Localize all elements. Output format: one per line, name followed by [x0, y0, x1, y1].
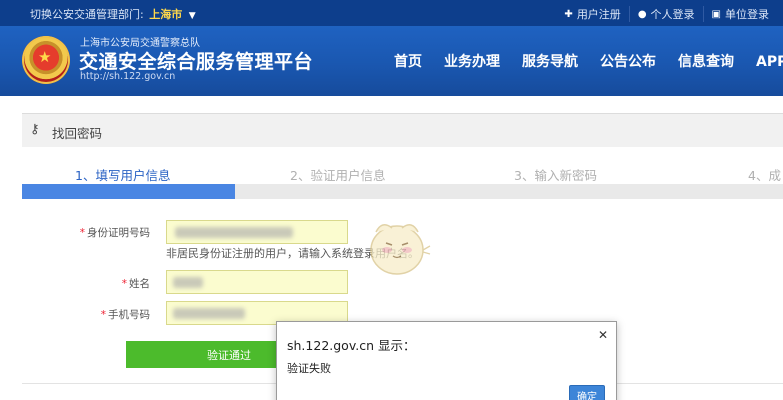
dialog-message: 验证失败 — [287, 362, 331, 375]
step-progress-bar — [22, 184, 783, 199]
nav-business[interactable]: 业务办理 — [444, 51, 500, 71]
department-switcher[interactable]: 切换公安交通管理部门: 上海市 ▼ — [30, 6, 196, 22]
name-label: * 姓名 — [121, 278, 150, 290]
personal-login-label: 个人登录 — [650, 8, 695, 21]
name-input[interactable] — [166, 270, 348, 294]
company-login-label: 单位登录 — [725, 8, 769, 21]
dialog-ok-button[interactable]: 确定 — [569, 385, 605, 400]
step-3: 3、输入新密码 — [514, 168, 597, 183]
step-1: 1、填写用户信息 — [75, 168, 171, 183]
page-title-bar: ⚷ 找回密码 — [22, 113, 783, 147]
account-links: ✚ 用户注册 ● 个人登录 ▣ 单位登录 — [556, 6, 777, 22]
current-city[interactable]: 上海市 — [149, 8, 182, 21]
obscured-value — [173, 277, 203, 288]
nav-info-query[interactable]: 信息查询 — [678, 51, 734, 71]
alert-dialog: sh.122.gov.cn 显示： ✕ 验证失败 确定 — [276, 321, 617, 400]
key-icon: ⚷ — [30, 122, 40, 137]
site-header: ★ 上海市公安局交通警察总队 交通安全综合服务管理平台 http://sh.12… — [0, 26, 783, 96]
step-4: 4、成 — [748, 168, 781, 183]
nav-announcements[interactable]: 公告公布 — [600, 51, 656, 71]
company-login-link[interactable]: ▣ 单位登录 — [702, 6, 777, 22]
id-number-label: * 身份证明号码 — [79, 227, 150, 239]
obscured-value — [173, 308, 245, 319]
personal-login-link[interactable]: ● 个人登录 — [628, 6, 703, 22]
register-link[interactable]: ✚ 用户注册 — [556, 6, 628, 22]
department-switcher-label: 切换公安交通管理部门: — [30, 8, 144, 21]
step-2: 2、验证用户信息 — [290, 168, 386, 183]
page-title: 找回密码 — [52, 126, 103, 141]
phone-label: * 手机号码 — [100, 309, 150, 321]
site-url: http://sh.122.gov.cn — [80, 71, 176, 82]
close-icon[interactable]: ✕ — [598, 328, 608, 342]
id-number-input[interactable] — [166, 220, 348, 244]
top-utility-bar: 切换公安交通管理部门: 上海市 ▼ ✚ 用户注册 ● 个人登录 ▣ 单位登录 — [0, 0, 783, 26]
police-emblem-logo[interactable]: ★ — [22, 36, 70, 84]
obscured-value — [175, 227, 293, 238]
site-title: 交通安全综合服务管理平台 — [79, 51, 314, 73]
main-nav: 首页 业务办理 服务导航 公告公布 信息查询 APP下 — [394, 51, 783, 71]
dialog-title: sh.122.gov.cn 显示： — [287, 338, 416, 353]
building-icon: ▣ — [711, 8, 721, 20]
mascot-image — [370, 224, 431, 275]
plus-icon: ✚ — [564, 8, 573, 20]
step-progress-fill — [22, 184, 236, 199]
nav-service-guide[interactable]: 服务导航 — [522, 51, 578, 71]
nav-app-download[interactable]: APP下 — [756, 51, 783, 71]
user-icon: ● — [637, 8, 647, 20]
register-link-label: 用户注册 — [576, 8, 621, 21]
caret-down-icon[interactable]: ▼ — [189, 11, 196, 21]
nav-home[interactable]: 首页 — [394, 51, 422, 71]
star-icon: ★ — [38, 48, 52, 66]
